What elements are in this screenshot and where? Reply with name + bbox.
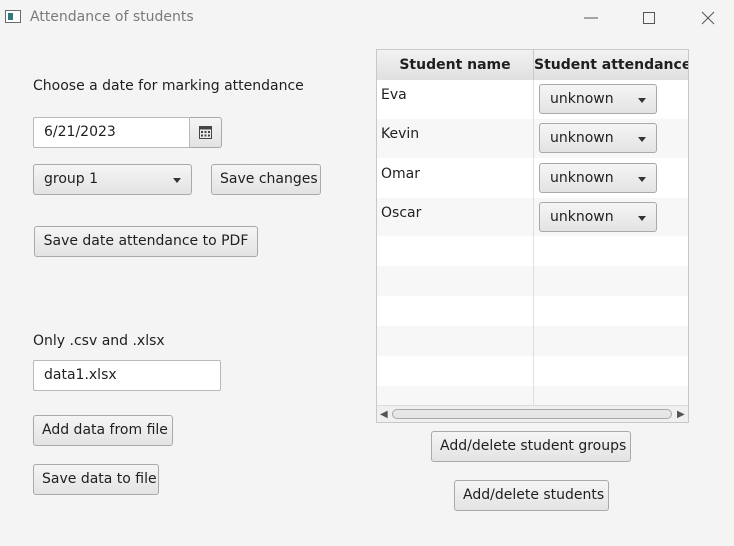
date-prompt-label: Choose a date for marking attendance	[33, 78, 304, 94]
student-name: Oscar	[381, 205, 422, 221]
manage-students-button[interactable]: Add/delete students	[454, 480, 609, 511]
chevron-down-icon	[173, 178, 181, 183]
save-pdf-button[interactable]: Save date attendance to PDF	[34, 226, 258, 257]
student-name: Eva	[381, 87, 407, 103]
file-name-input[interactable]: data1.xlsx	[33, 360, 221, 391]
add-data-button[interactable]: Add data from file	[33, 415, 173, 446]
window-title: Attendance of students	[30, 9, 194, 25]
group-select-value: group 1	[44, 171, 99, 187]
maximize-icon	[643, 12, 655, 24]
attendance-value: unknown	[550, 170, 614, 186]
attendance-table: Student name Student attendance Eva unkn…	[376, 49, 689, 423]
student-name: Kevin	[381, 126, 420, 142]
attendance-select[interactable]: unknown	[539, 163, 657, 193]
chevron-down-icon	[638, 177, 646, 182]
calendar-icon	[199, 126, 212, 139]
group-select[interactable]: group 1	[33, 164, 192, 195]
student-name: Omar	[381, 166, 420, 182]
file-hint-label: Only .csv and .xlsx	[33, 333, 165, 349]
chevron-down-icon	[638, 98, 646, 103]
close-button[interactable]	[693, 6, 723, 30]
scrollbar-thumb[interactable]	[392, 409, 672, 419]
scroll-left-icon[interactable]: ◀	[380, 409, 388, 420]
date-picker-button[interactable]	[190, 117, 222, 148]
attendance-value: unknown	[550, 209, 614, 225]
save-data-button[interactable]: Save data to file	[33, 464, 159, 495]
app-icon	[5, 10, 21, 23]
horizontal-scrollbar[interactable]: ◀ ▶	[377, 405, 688, 422]
maximize-button[interactable]	[634, 6, 664, 30]
scroll-right-icon[interactable]: ▶	[677, 409, 685, 420]
manage-groups-button[interactable]: Add/delete student groups	[431, 431, 631, 462]
attendance-value: unknown	[550, 91, 614, 107]
chevron-down-icon	[638, 137, 646, 142]
attendance-select[interactable]: unknown	[539, 84, 657, 114]
minimize-button[interactable]	[576, 6, 606, 30]
table-header: Student name Student attendance	[377, 50, 688, 81]
column-header-attendance[interactable]: Student attendance	[534, 50, 688, 80]
attendance-value: unknown	[550, 130, 614, 146]
close-icon	[701, 11, 715, 25]
save-changes-button[interactable]: Save changes	[211, 164, 321, 195]
title-bar: Attendance of students	[0, 0, 734, 36]
minimize-icon	[584, 17, 598, 19]
column-header-name[interactable]: Student name	[377, 50, 534, 80]
chevron-down-icon	[638, 216, 646, 221]
date-input[interactable]: 6/21/2023	[33, 117, 190, 148]
attendance-select[interactable]: unknown	[539, 202, 657, 232]
column-divider	[533, 80, 534, 405]
attendance-select[interactable]: unknown	[539, 123, 657, 153]
